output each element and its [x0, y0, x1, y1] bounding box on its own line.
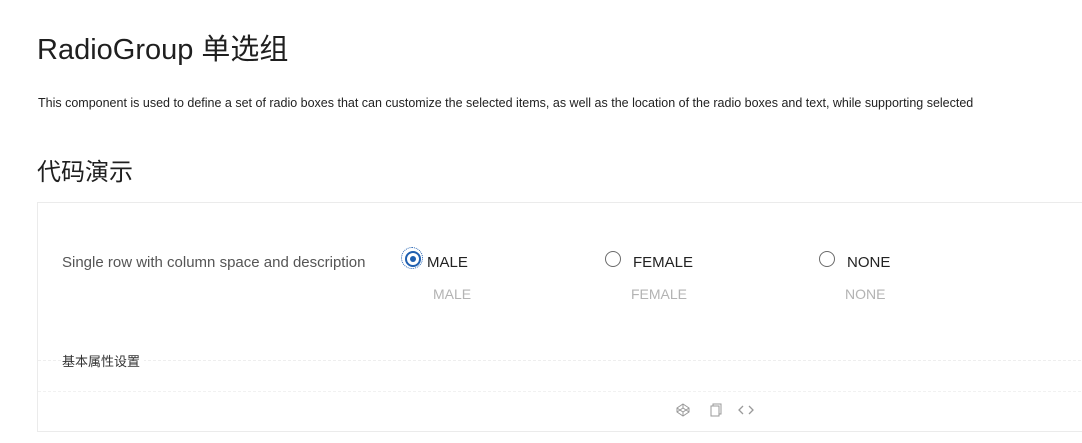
demo-box: Single row with column space and descrip… [37, 202, 1082, 432]
radio-option-label[interactable]: MALE [427, 253, 468, 273]
radio-button-checked-icon[interactable] [405, 251, 421, 267]
divider [38, 360, 1082, 361]
page-description: This component is used to define a set o… [38, 96, 974, 110]
radio-button-icon[interactable] [605, 251, 621, 267]
page-title: RadioGroup 单选组 [37, 34, 289, 66]
radio-button-icon[interactable] [819, 251, 835, 267]
codepen-icon[interactable] [674, 402, 692, 420]
radio-option-description: NONE [845, 286, 886, 302]
code-icon[interactable] [737, 402, 755, 420]
radio-option-description: MALE [433, 286, 472, 302]
radio-option-label[interactable]: FEMALE [633, 253, 693, 273]
divider [38, 391, 1082, 392]
radio-group-label: Single row with column space and descrip… [62, 254, 366, 271]
page: RadioGroup 单选组 This component is used to… [0, 0, 1082, 443]
radio-option-description: FEMALE [631, 286, 688, 302]
copy-icon[interactable] [707, 402, 725, 420]
radio-option-label[interactable]: NONE [847, 253, 890, 273]
section-title: 代码演示 [37, 159, 133, 186]
divider-label: 基本属性设置 [62, 353, 145, 371]
